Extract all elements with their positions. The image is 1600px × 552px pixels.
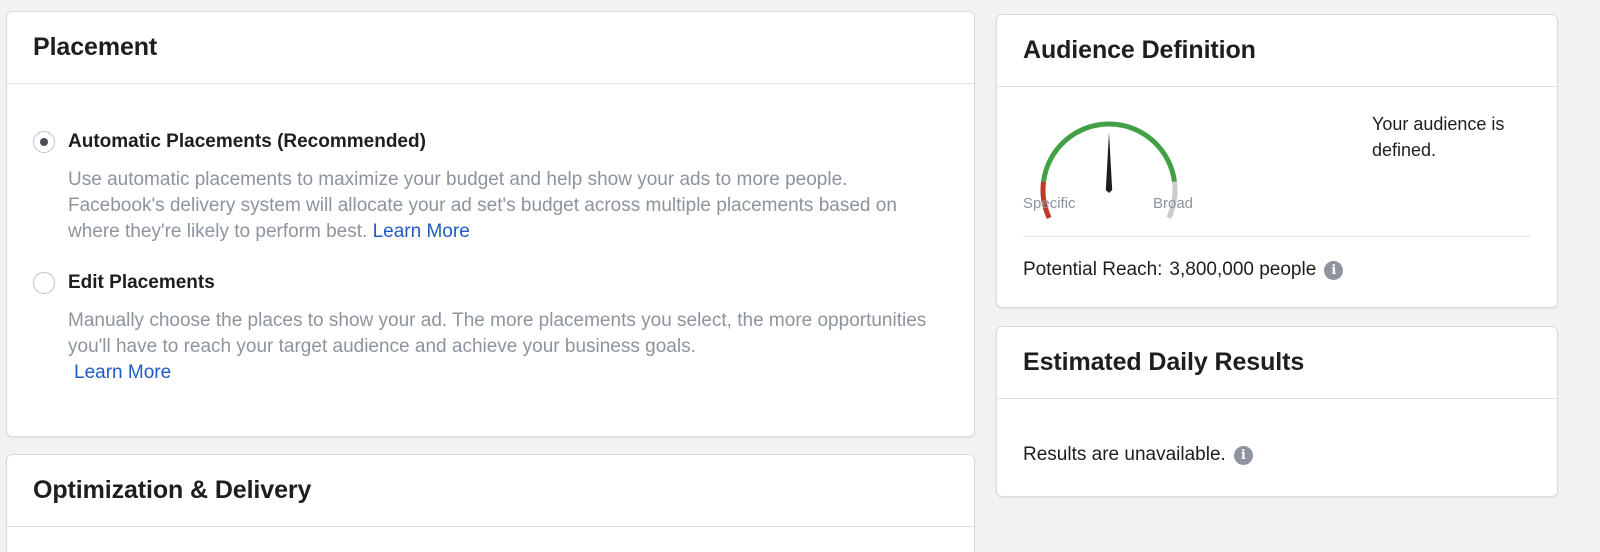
results-row: Results are unavailable. i	[1023, 444, 1253, 466]
audience-header: Audience Definition	[997, 15, 1557, 87]
estimated-header: Estimated Daily Results	[997, 327, 1557, 399]
audience-title: Audience Definition	[1023, 36, 1256, 64]
gauge-needle	[1105, 132, 1113, 193]
audience-definition-card: Audience Definition Specific Broad Your …	[996, 14, 1558, 308]
audience-divider	[1023, 236, 1531, 237]
gauge-icon	[1040, 121, 1178, 219]
reach-label: Potential Reach:	[1023, 259, 1163, 280]
automatic-placements-text: Use automatic placements to maximize you…	[68, 169, 897, 242]
automatic-placements-description: Use automatic placements to maximize you…	[68, 167, 948, 245]
results-info-icon[interactable]: i	[1233, 445, 1253, 465]
optimization-title: Optimization & Delivery	[33, 476, 312, 504]
optimization-card: Optimization & Delivery	[6, 454, 975, 552]
edit-placements-description: Manually choose the places to show your …	[68, 308, 948, 386]
placement-card: Placement Automatic Placements (Recommen…	[6, 11, 975, 437]
edit-placements-text: Manually choose the places to show your …	[68, 310, 927, 357]
automatic-placements-option[interactable]: Automatic Placements (Recommended) Use a…	[33, 131, 948, 245]
reach-info-icon[interactable]: i	[1324, 260, 1344, 280]
automatic-placements-label[interactable]: Automatic Placements (Recommended)	[68, 131, 426, 153]
audience-message: Your audience is defined.	[1372, 114, 1505, 160]
estimated-daily-results-card: Estimated Daily Results Results are unav…	[996, 326, 1558, 497]
automatic-learn-more-link[interactable]: Learn More	[373, 221, 470, 242]
optimization-header: Optimization & Delivery	[7, 455, 974, 527]
edit-placements-label[interactable]: Edit Placements	[68, 272, 215, 294]
gauge-max-label: Broad	[1153, 195, 1194, 212]
estimated-title: Estimated Daily Results	[1023, 348, 1305, 376]
gauge-min-label: Specific	[1023, 195, 1076, 212]
reach-value: 3,800,000 people	[1169, 259, 1317, 280]
edit-learn-more-link[interactable]: Learn More	[74, 362, 171, 383]
results-message: Results are unavailable.	[1023, 444, 1226, 465]
edit-placements-option[interactable]: Edit Placements Manually choose the plac…	[33, 272, 948, 386]
edit-placements-radio[interactable]	[33, 272, 55, 294]
placement-title: Placement	[33, 33, 158, 61]
automatic-placements-radio[interactable]	[33, 131, 55, 153]
placement-header: Placement	[7, 12, 974, 84]
potential-reach: Potential Reach: 3,800,000 people i	[1023, 259, 1344, 281]
